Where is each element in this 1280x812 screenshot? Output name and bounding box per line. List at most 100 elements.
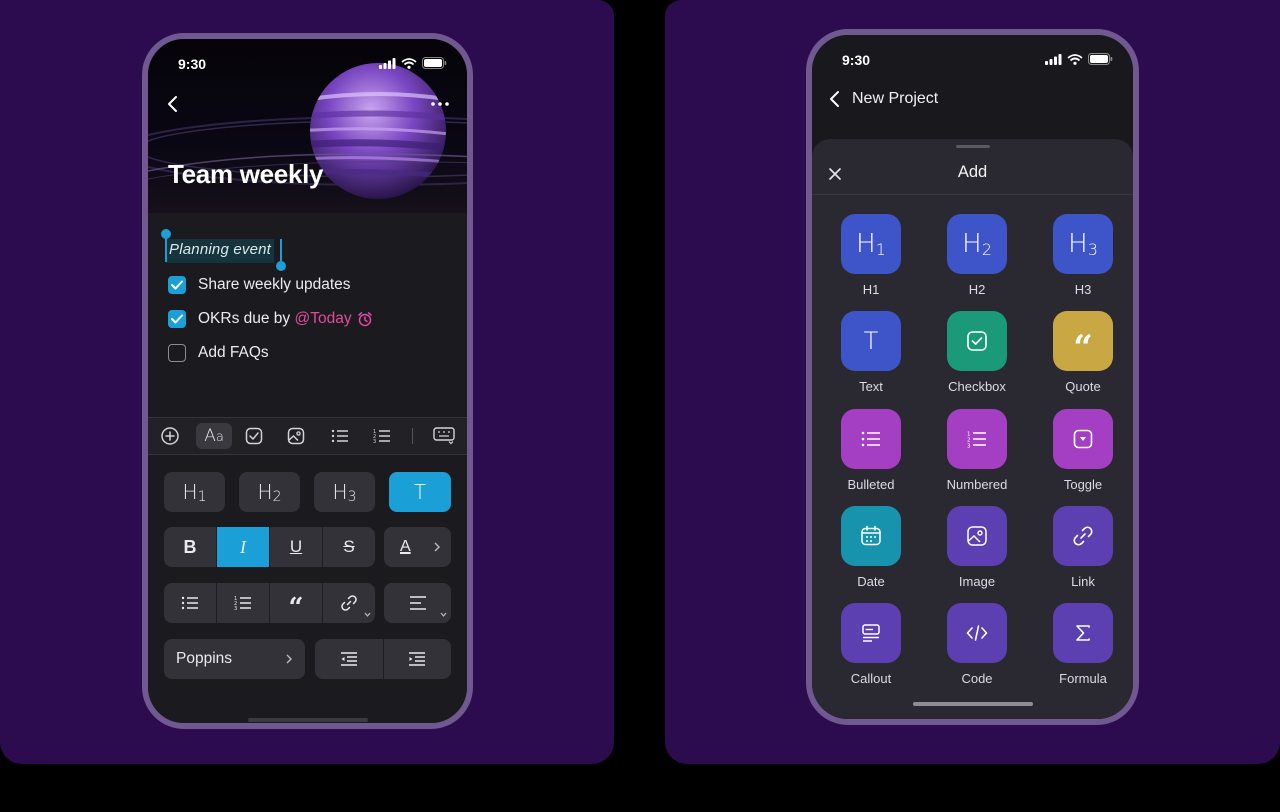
outdent-button[interactable]: [315, 639, 384, 679]
bold-button[interactable]: B: [164, 527, 217, 567]
checkmark-icon: [171, 314, 183, 324]
selection-end-handle[interactable]: [276, 239, 286, 271]
add-icon[interactable]: [156, 423, 184, 449]
bullet-list-icon: [181, 596, 198, 610]
more-options-icon[interactable]: [429, 93, 451, 115]
block-option-date[interactable]: Date: [826, 506, 916, 596]
bullet-list-icon: [841, 409, 901, 469]
todo-item[interactable]: Add FAQs: [168, 341, 269, 365]
block-option-h3[interactable]: H3 H3: [1038, 214, 1128, 304]
selected-text-block[interactable]: Planning event: [166, 239, 275, 263]
chevron-right-icon: [286, 654, 292, 664]
todo-text: Share weekly updates: [198, 276, 351, 293]
heading-1-button[interactable]: H1: [164, 472, 225, 512]
checkbox-unchecked[interactable]: [168, 344, 186, 362]
block-label: H2: [968, 282, 986, 297]
h3-icon: H3: [1053, 214, 1113, 274]
editor-content[interactable]: Planning event Share weekly updates OKRs…: [148, 213, 467, 417]
text-color-button[interactable]: A: [384, 527, 451, 567]
block-label: Text: [859, 379, 883, 394]
page-title[interactable]: Team weekly: [168, 159, 324, 190]
keyboard-dismiss-icon[interactable]: [430, 423, 458, 449]
checkbox-checked[interactable]: [168, 310, 186, 328]
todo-item[interactable]: Share weekly updates: [168, 273, 351, 297]
h1-icon: H1: [841, 214, 901, 274]
status-time: 9:30: [178, 56, 207, 72]
block-option-bulleted[interactable]: Bulleted: [826, 409, 916, 499]
block-option-code[interactable]: Code: [932, 603, 1022, 693]
home-indicator[interactable]: [247, 718, 368, 722]
date-mention[interactable]: @Today: [295, 310, 352, 327]
text-style-icon[interactable]: Aa: [196, 423, 232, 449]
editor-toolbar: Aa 123: [148, 417, 467, 455]
battery-icon: [1088, 53, 1113, 65]
signal-icon: [379, 57, 396, 69]
heading-2-button[interactable]: H2: [239, 472, 300, 512]
selection-start-handle[interactable]: [161, 229, 171, 262]
block-style-group: 123 “: [164, 583, 375, 623]
sheet-title: Add: [957, 163, 988, 181]
outdent-icon: [340, 652, 357, 666]
todo-text-prefix: OKRs due by: [198, 310, 295, 327]
text-style-button[interactable]: T: [389, 472, 451, 512]
bullet-list-icon[interactable]: [326, 423, 354, 449]
format-panel: H1 H2 H3 T B I U S A 123 “ Poppins: [148, 455, 467, 723]
block-label: H3: [1074, 282, 1092, 297]
font-name: Poppins: [176, 650, 233, 667]
todo-text: OKRs due by @Today: [198, 310, 352, 328]
italic-button[interactable]: I: [217, 527, 270, 567]
strikethrough-button[interactable]: S: [323, 527, 375, 567]
image-icon[interactable]: [282, 423, 310, 449]
checkmark-icon: [171, 280, 183, 290]
quote-button[interactable]: “: [270, 583, 323, 623]
h2-icon: H2: [947, 214, 1007, 274]
todo-item[interactable]: OKRs due by @Today: [168, 307, 373, 331]
block-label: Bulleted: [847, 477, 895, 492]
bullet-list-button[interactable]: [164, 583, 217, 623]
indent-group: [315, 639, 451, 679]
block-label: Checkbox: [948, 379, 1006, 394]
numbered-list-icon[interactable]: 123: [368, 423, 396, 449]
block-label: Quote: [1065, 379, 1101, 394]
chevron-down-icon: [364, 612, 371, 617]
checkbox-checked[interactable]: [168, 276, 186, 294]
indent-button[interactable]: [384, 639, 452, 679]
numbered-list-button[interactable]: 123: [217, 583, 270, 623]
sheet-grabber[interactable]: [955, 145, 990, 148]
block-option-link[interactable]: Link: [1038, 506, 1128, 596]
font-selector[interactable]: Poppins: [164, 639, 305, 679]
battery-icon: [422, 57, 447, 69]
image-icon: [947, 506, 1007, 566]
signal-icon: [1045, 53, 1062, 65]
back-chevron-icon[interactable]: [828, 90, 842, 108]
block-option-callout[interactable]: Callout: [826, 603, 916, 693]
block-option-numbered[interactable]: 123 Numbered: [932, 409, 1022, 499]
sigma-icon: [1053, 603, 1113, 663]
status-bar: 9:30: [148, 39, 467, 83]
block-option-image[interactable]: Image: [932, 506, 1022, 596]
nav-title: New Project: [852, 90, 939, 107]
align-left-icon: [409, 596, 426, 610]
block-label: Link: [1071, 574, 1095, 589]
quote-icon: “: [288, 593, 304, 623]
home-indicator[interactable]: [912, 702, 1033, 706]
block-option-quote[interactable]: “ Quote: [1038, 311, 1128, 401]
block-option-text[interactable]: T Text: [826, 311, 916, 401]
checkbox-icon[interactable]: [240, 423, 268, 449]
underline-button[interactable]: U: [270, 527, 323, 567]
todo-text: Add FAQs: [198, 344, 269, 361]
block-option-checkbox[interactable]: Checkbox: [932, 311, 1022, 401]
phone-add-block: 9:30 New Project Add H1 H1 H2 H2 H3 H3 T…: [806, 29, 1139, 725]
chevron-down-icon: [440, 612, 447, 617]
block-label: Code: [961, 671, 993, 686]
block-label: Toggle: [1063, 477, 1103, 492]
block-option-h2[interactable]: H2 H2: [932, 214, 1022, 304]
link-button[interactable]: [323, 583, 375, 623]
back-chevron-icon[interactable]: [162, 93, 184, 115]
heading-3-button[interactable]: H3: [314, 472, 375, 512]
align-button[interactable]: [384, 583, 451, 623]
block-option-formula[interactable]: Formula: [1038, 603, 1128, 693]
text-icon: T: [841, 311, 901, 371]
block-option-h1[interactable]: H1 H1: [826, 214, 916, 304]
block-option-toggle[interactable]: Toggle: [1038, 409, 1128, 499]
